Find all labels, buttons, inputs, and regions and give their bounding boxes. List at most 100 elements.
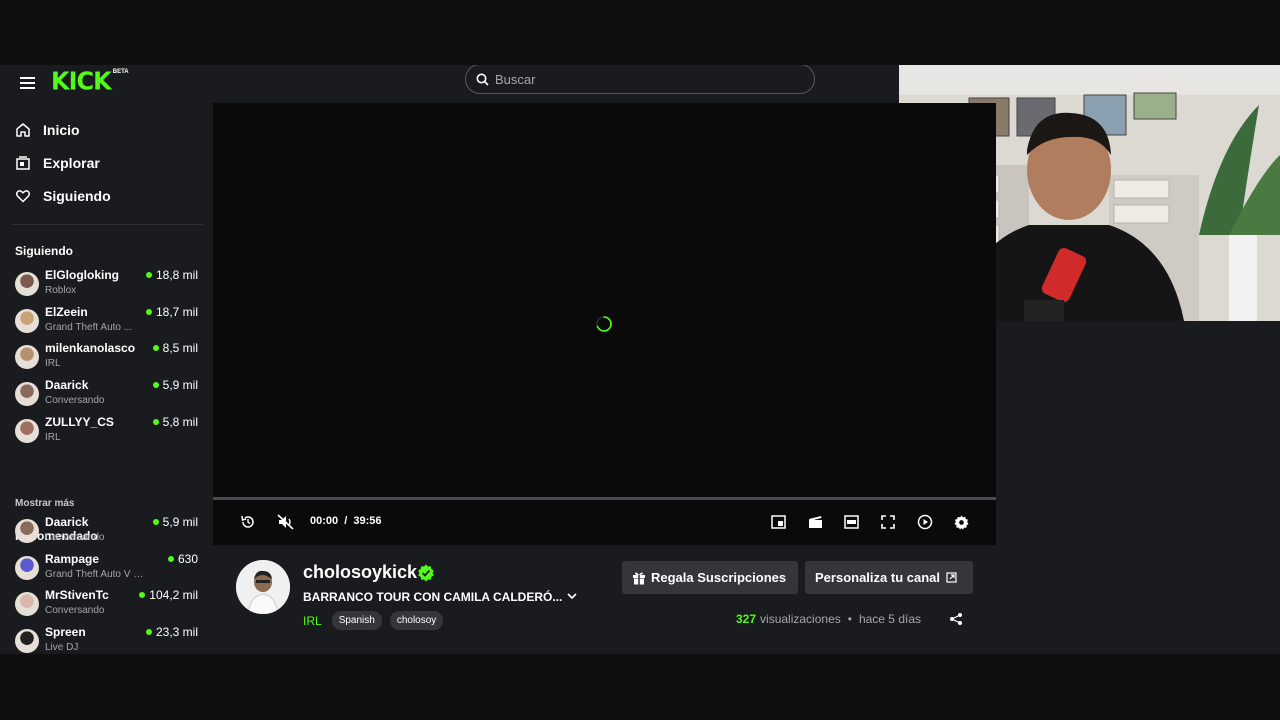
top-header: KICK BETA	[0, 65, 900, 103]
play-circle-icon	[917, 514, 933, 530]
fullscreen-button[interactable]	[878, 512, 898, 532]
viewer-count-text: 18,7 mil	[155, 304, 198, 319]
channel-name: milenkanolasco	[45, 341, 136, 356]
channel-avatar[interactable]	[236, 560, 290, 614]
channel-name: Rampage	[45, 551, 100, 566]
channel-avatar	[15, 592, 39, 617]
live-dot-icon	[145, 308, 152, 315]
nav-label: Siguiendo	[43, 188, 111, 204]
sidebar-channel-item[interactable]: Spreen Live DJ 23,3 mil	[14, 625, 204, 654]
viewer-count: 630	[167, 551, 198, 566]
time-separator: /	[344, 515, 348, 527]
viewer-count: 104,2 mil	[139, 588, 198, 602]
show-more-link[interactable]: Mostrar más	[15, 498, 74, 509]
current-time: 00:00	[310, 515, 339, 527]
theater-mode-button[interactable]	[841, 512, 861, 532]
external-link-icon	[946, 572, 957, 583]
live-dot-icon	[152, 345, 159, 352]
fullscreen-icon	[881, 515, 895, 529]
letterbox-top	[0, 0, 1280, 65]
playback-speed-button[interactable]	[915, 512, 935, 532]
sidebar-channel-item[interactable]: ZULLYY_CS IRL 5,8 mil	[14, 415, 204, 447]
kick-logo[interactable]: KICK BETA	[51, 66, 129, 95]
category-link[interactable]: IRL	[303, 614, 322, 628]
channel-avatar	[15, 519, 39, 543]
sidebar-channel-item[interactable]: ElZeein Grand Theft Auto ... 18,7 mil	[14, 305, 204, 337]
sidebar-channel-item[interactable]: MrStivenTc Conversando 104,2 mil	[14, 588, 204, 620]
live-dot-icon	[152, 519, 159, 525]
player-controls: 00:00 / 39:56	[213, 500, 996, 545]
clapperboard-icon	[808, 516, 822, 528]
replay-button[interactable]	[238, 512, 258, 532]
channel-name: Spreen	[45, 625, 86, 640]
history-icon	[241, 515, 254, 528]
chat-area-background	[996, 321, 1280, 654]
live-dot-icon	[145, 272, 152, 278]
viewer-count-text: 18,8 mil	[155, 268, 198, 282]
following-section-title: Siguiendo	[15, 244, 73, 258]
sidebar-channel-item[interactable]: milenkanolasco IRL 8,5 mil	[14, 341, 204, 373]
channel-avatar	[15, 382, 39, 407]
gift-subscriptions-button[interactable]: Regala Suscripciones	[622, 561, 798, 594]
viewer-count: 5,9 mil	[152, 378, 198, 392]
time-display: 00:00 / 39:56	[310, 515, 381, 527]
channel-name: Daarick	[45, 515, 89, 529]
search-input[interactable]	[495, 71, 795, 87]
channel-category: IRL	[45, 431, 61, 443]
channel-category: Conversando	[45, 395, 105, 407]
viewer-count: 18,7 mil	[145, 304, 198, 319]
hamburger-menu-button[interactable]	[16, 72, 38, 94]
tag-pill[interactable]: cholosoy	[389, 611, 444, 630]
nav-item-inicio[interactable]: Inicio	[14, 118, 80, 142]
kick-app: KICK BETA Buscar Inicio Explorar Siguien…	[0, 65, 1280, 654]
viewer-count-text: 8,5 mil	[162, 341, 198, 356]
viewer-count: 18,8 mil	[145, 268, 198, 282]
sidebar-channel-item[interactable]: Daarick Conversando 5,9 mil	[14, 515, 204, 547]
search-icon	[476, 73, 489, 86]
live-dot-icon	[145, 629, 152, 636]
viewer-count: 8,5 mil	[152, 341, 198, 356]
clip-button[interactable]	[805, 512, 825, 532]
viewer-count: 23,3 mil	[145, 625, 198, 639]
customize-channel-button[interactable]: Personaliza tu canal	[805, 561, 973, 594]
viewer-count: 5,9 mil	[152, 515, 198, 529]
pip-icon	[770, 515, 786, 529]
sidebar-channel-item[interactable]: ElGlogloking Roblox 18,8 mil	[14, 268, 204, 300]
sidebar-channel-item[interactable]: Rampage Grand Theft Auto V (G... 630	[14, 552, 204, 584]
theater-icon	[843, 515, 859, 529]
live-dot-icon	[152, 418, 159, 425]
chevron-down-icon[interactable]	[565, 589, 579, 603]
mini-player-button[interactable]	[768, 512, 788, 532]
video-player[interactable]: 00:00 / 39:56	[213, 103, 996, 545]
tag-pill[interactable]: Spanish	[331, 611, 382, 630]
viewer-count-text: 5,9 mil	[162, 515, 198, 529]
stream-title: BARRANCO TOUR CON CAMILA CALDERÓ...	[303, 590, 563, 604]
viewer-count-text: 104,2 mil	[149, 588, 198, 603]
channel-category: Conversando	[45, 605, 105, 617]
stream-tags: IRL Spanish cholosoy	[303, 611, 444, 630]
channel-avatar	[15, 418, 39, 443]
channel-name: ElZeein	[45, 304, 88, 319]
sidebar-divider	[12, 224, 203, 225]
nav-label: Explorar	[43, 155, 100, 171]
viewer-count-text: 630	[177, 551, 198, 566]
nav-item-explorar[interactable]: Explorar	[14, 151, 100, 175]
channel-avatar	[15, 345, 39, 370]
settings-button[interactable]	[951, 512, 971, 532]
views-count: 327	[736, 612, 757, 626]
sidebar-channel-item[interactable]: Daarick Conversando 5,9 mil	[14, 378, 204, 410]
live-dot-icon	[167, 555, 174, 562]
channel-name: ZULLYY_CS	[45, 414, 114, 429]
search-bar[interactable]	[465, 65, 815, 94]
gift-button-label: Regala Suscripciones	[651, 570, 787, 585]
time-ago: hace 5 días	[858, 612, 921, 626]
viewer-count-text: 5,8 mil	[162, 414, 198, 429]
channel-name[interactable]: cholosoykick	[303, 562, 417, 583]
mute-button[interactable]	[275, 512, 295, 532]
share-icon[interactable]	[949, 612, 963, 626]
home-icon	[14, 121, 32, 139]
heart-icon	[14, 187, 32, 205]
nav-item-siguiendo[interactable]: Siguiendo	[14, 184, 111, 208]
channel-category: Grand Theft Auto ...	[45, 321, 133, 333]
gear-icon	[953, 514, 969, 530]
